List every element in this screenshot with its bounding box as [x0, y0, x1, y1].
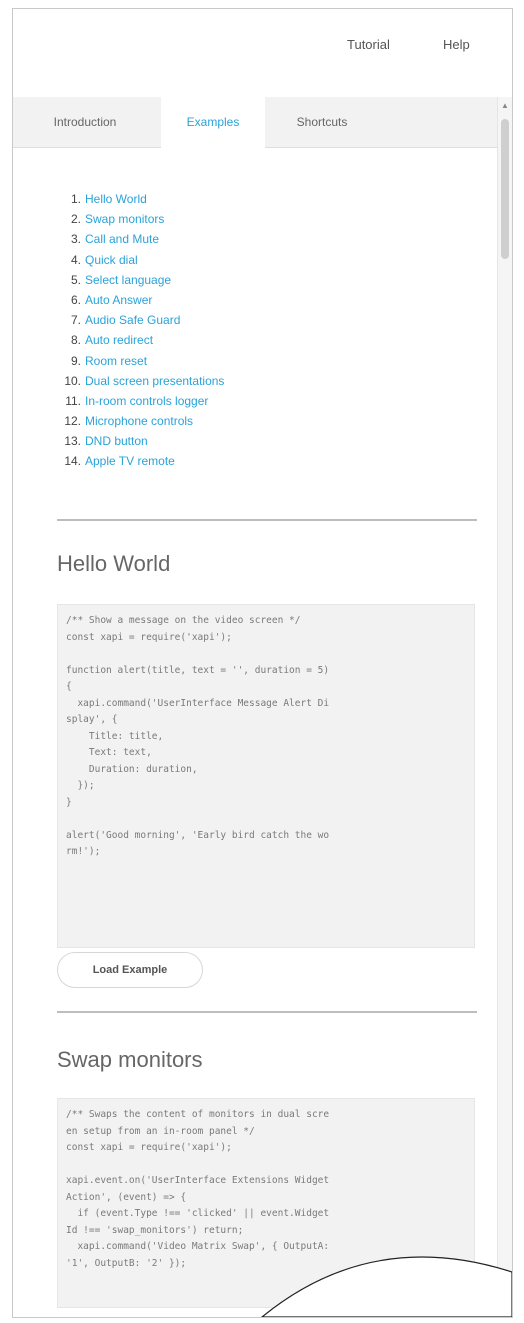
- toc-item[interactable]: 3. Call and Mute: [53, 229, 224, 249]
- toc-link: Microphone controls: [85, 414, 194, 429]
- toc-item[interactable]: 9. Room reset: [53, 351, 224, 371]
- section-title-hello-world: Hello World: [57, 551, 171, 576]
- toc-link: Auto Answer: [85, 292, 153, 307]
- toc-link: Quick dial: [85, 252, 138, 267]
- toc-item[interactable]: 12. Microphone controls: [53, 411, 224, 431]
- code-block-hello-world: /** Show a message on the video screen *…: [57, 604, 475, 948]
- toc-item[interactable]: 13. DND button: [53, 431, 224, 451]
- code-line: if (event.Type !== 'clicked' || event.Wi…: [66, 1208, 330, 1219]
- toc-link: DND button: [85, 434, 148, 449]
- load-example-button[interactable]: Load Example: [57, 952, 203, 988]
- toc-link: Apple TV remote: [85, 454, 175, 469]
- toc-link: Room reset: [85, 353, 148, 368]
- section-divider: [57, 1011, 477, 1013]
- toc-link: Call and Mute: [85, 232, 160, 247]
- nav-tutorial-link[interactable]: Tutorial: [347, 37, 390, 52]
- code-line: Action', (event) => {: [66, 1191, 187, 1203]
- examples-toc: 1. Hello World 2. Swap monitors 3. Call and…: [53, 189, 224, 472]
- code-line: function alert(title, text = '', duratio…: [66, 664, 330, 676]
- tab-shortcuts[interactable]: Shortcuts: [279, 97, 365, 147]
- toc-item[interactable]: 6. Auto Answer: [53, 290, 224, 310]
- code-line: });: [66, 780, 95, 791]
- code-line: splay', {: [66, 714, 118, 725]
- toc-item[interactable]: 5. Select language: [53, 270, 224, 290]
- code-line: rm!');: [66, 846, 101, 857]
- code-line: Text: text,: [66, 747, 152, 758]
- toc-link: In-room controls logger: [85, 393, 209, 408]
- scrollbar-thumb[interactable]: [501, 119, 509, 259]
- toc-item[interactable]: 1. Hello World: [53, 189, 224, 209]
- code-line: alert('Good morning', 'Early bird catch …: [66, 829, 330, 841]
- toc-link: Dual screen presentations: [85, 373, 225, 388]
- code-line: Title: title,: [66, 730, 164, 742]
- nav-help-link[interactable]: Help: [443, 37, 470, 52]
- toc-link: Auto redirect: [85, 333, 154, 348]
- vertical-scrollbar[interactable]: ▲: [497, 97, 512, 1317]
- top-navigation: Tutorial Help: [13, 9, 512, 98]
- tab-examples[interactable]: Examples: [161, 97, 265, 148]
- code-line: /** Show a message on the video screen *…: [66, 615, 301, 626]
- section-title-swap-monitors: Swap monitors: [57, 1047, 203, 1072]
- toc-link: Audio Safe Guard: [85, 313, 181, 328]
- toc-link: Hello World: [85, 192, 147, 206]
- toc-item[interactable]: 8. Auto redirect: [53, 330, 224, 350]
- toc-item[interactable]: 10. Dual screen presentations: [53, 371, 224, 391]
- toc-item[interactable]: 7. Audio Safe Guard: [53, 310, 224, 330]
- code-line: /** Swaps the content of monitors in dua…: [66, 1109, 330, 1120]
- code-line: xapi.event.on('UserInterface Extensions …: [66, 1175, 330, 1186]
- tab-bar: Introduction Examples Shortcuts: [13, 97, 498, 148]
- scroll-up-arrow-icon[interactable]: ▲: [501, 101, 509, 110]
- code-line: {: [66, 681, 72, 692]
- examples-content: 1. Hello World 2. Swap monitors 3. Call and…: [13, 147, 498, 1317]
- toc-link: Swap monitors: [85, 212, 165, 227]
- code-line: const xapi = require('xapi');: [66, 1142, 232, 1153]
- section-divider: [57, 519, 477, 521]
- toc-item[interactable]: 14. Apple TV remote: [53, 451, 224, 471]
- code-line: en setup from an in-room panel */: [66, 1125, 255, 1137]
- code-line: const xapi = require('xapi');: [66, 631, 232, 643]
- page-curl-decoration: [261, 1256, 512, 1317]
- toc-item[interactable]: 11. In-room controls logger: [53, 391, 224, 411]
- tab-introduction[interactable]: Introduction: [25, 97, 145, 147]
- code-line: }: [66, 796, 72, 808]
- code-line: Duration: duration,: [66, 763, 198, 775]
- toc-item[interactable]: 4. Quick dial: [53, 250, 224, 270]
- toc-link: Select language: [85, 272, 172, 287]
- app-frame: Tutorial Help Introduction Examples Shor…: [12, 8, 513, 1318]
- code-line: xapi.command('UserInterface Message Aler…: [66, 697, 330, 709]
- toc-item[interactable]: 2. Swap monitors: [53, 209, 224, 229]
